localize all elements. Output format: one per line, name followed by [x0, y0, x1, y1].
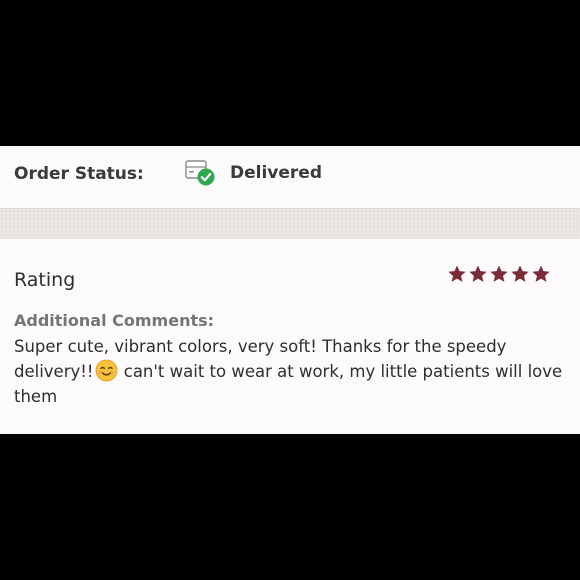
additional-comments-label: Additional Comments: — [14, 311, 215, 330]
rating-label: Rating — [14, 269, 76, 291]
screenshot-frame: Order Status: Delivered Rating Additiona… — [0, 0, 580, 580]
section-separator — [0, 209, 580, 239]
star-icon — [448, 265, 466, 282]
star-icon — [511, 265, 529, 282]
star-icon — [469, 265, 487, 282]
order-status-label: Order Status: — [14, 164, 144, 184]
package-delivered-icon — [185, 160, 215, 186]
review-comment: Super cute, vibrant colors, very soft! T… — [14, 334, 570, 409]
star-icon — [532, 265, 550, 282]
smiling-face-emoji-icon — [95, 359, 117, 382]
star-icon — [490, 265, 508, 282]
star-rating — [447, 264, 551, 286]
order-status-value: Delivered — [230, 163, 322, 183]
